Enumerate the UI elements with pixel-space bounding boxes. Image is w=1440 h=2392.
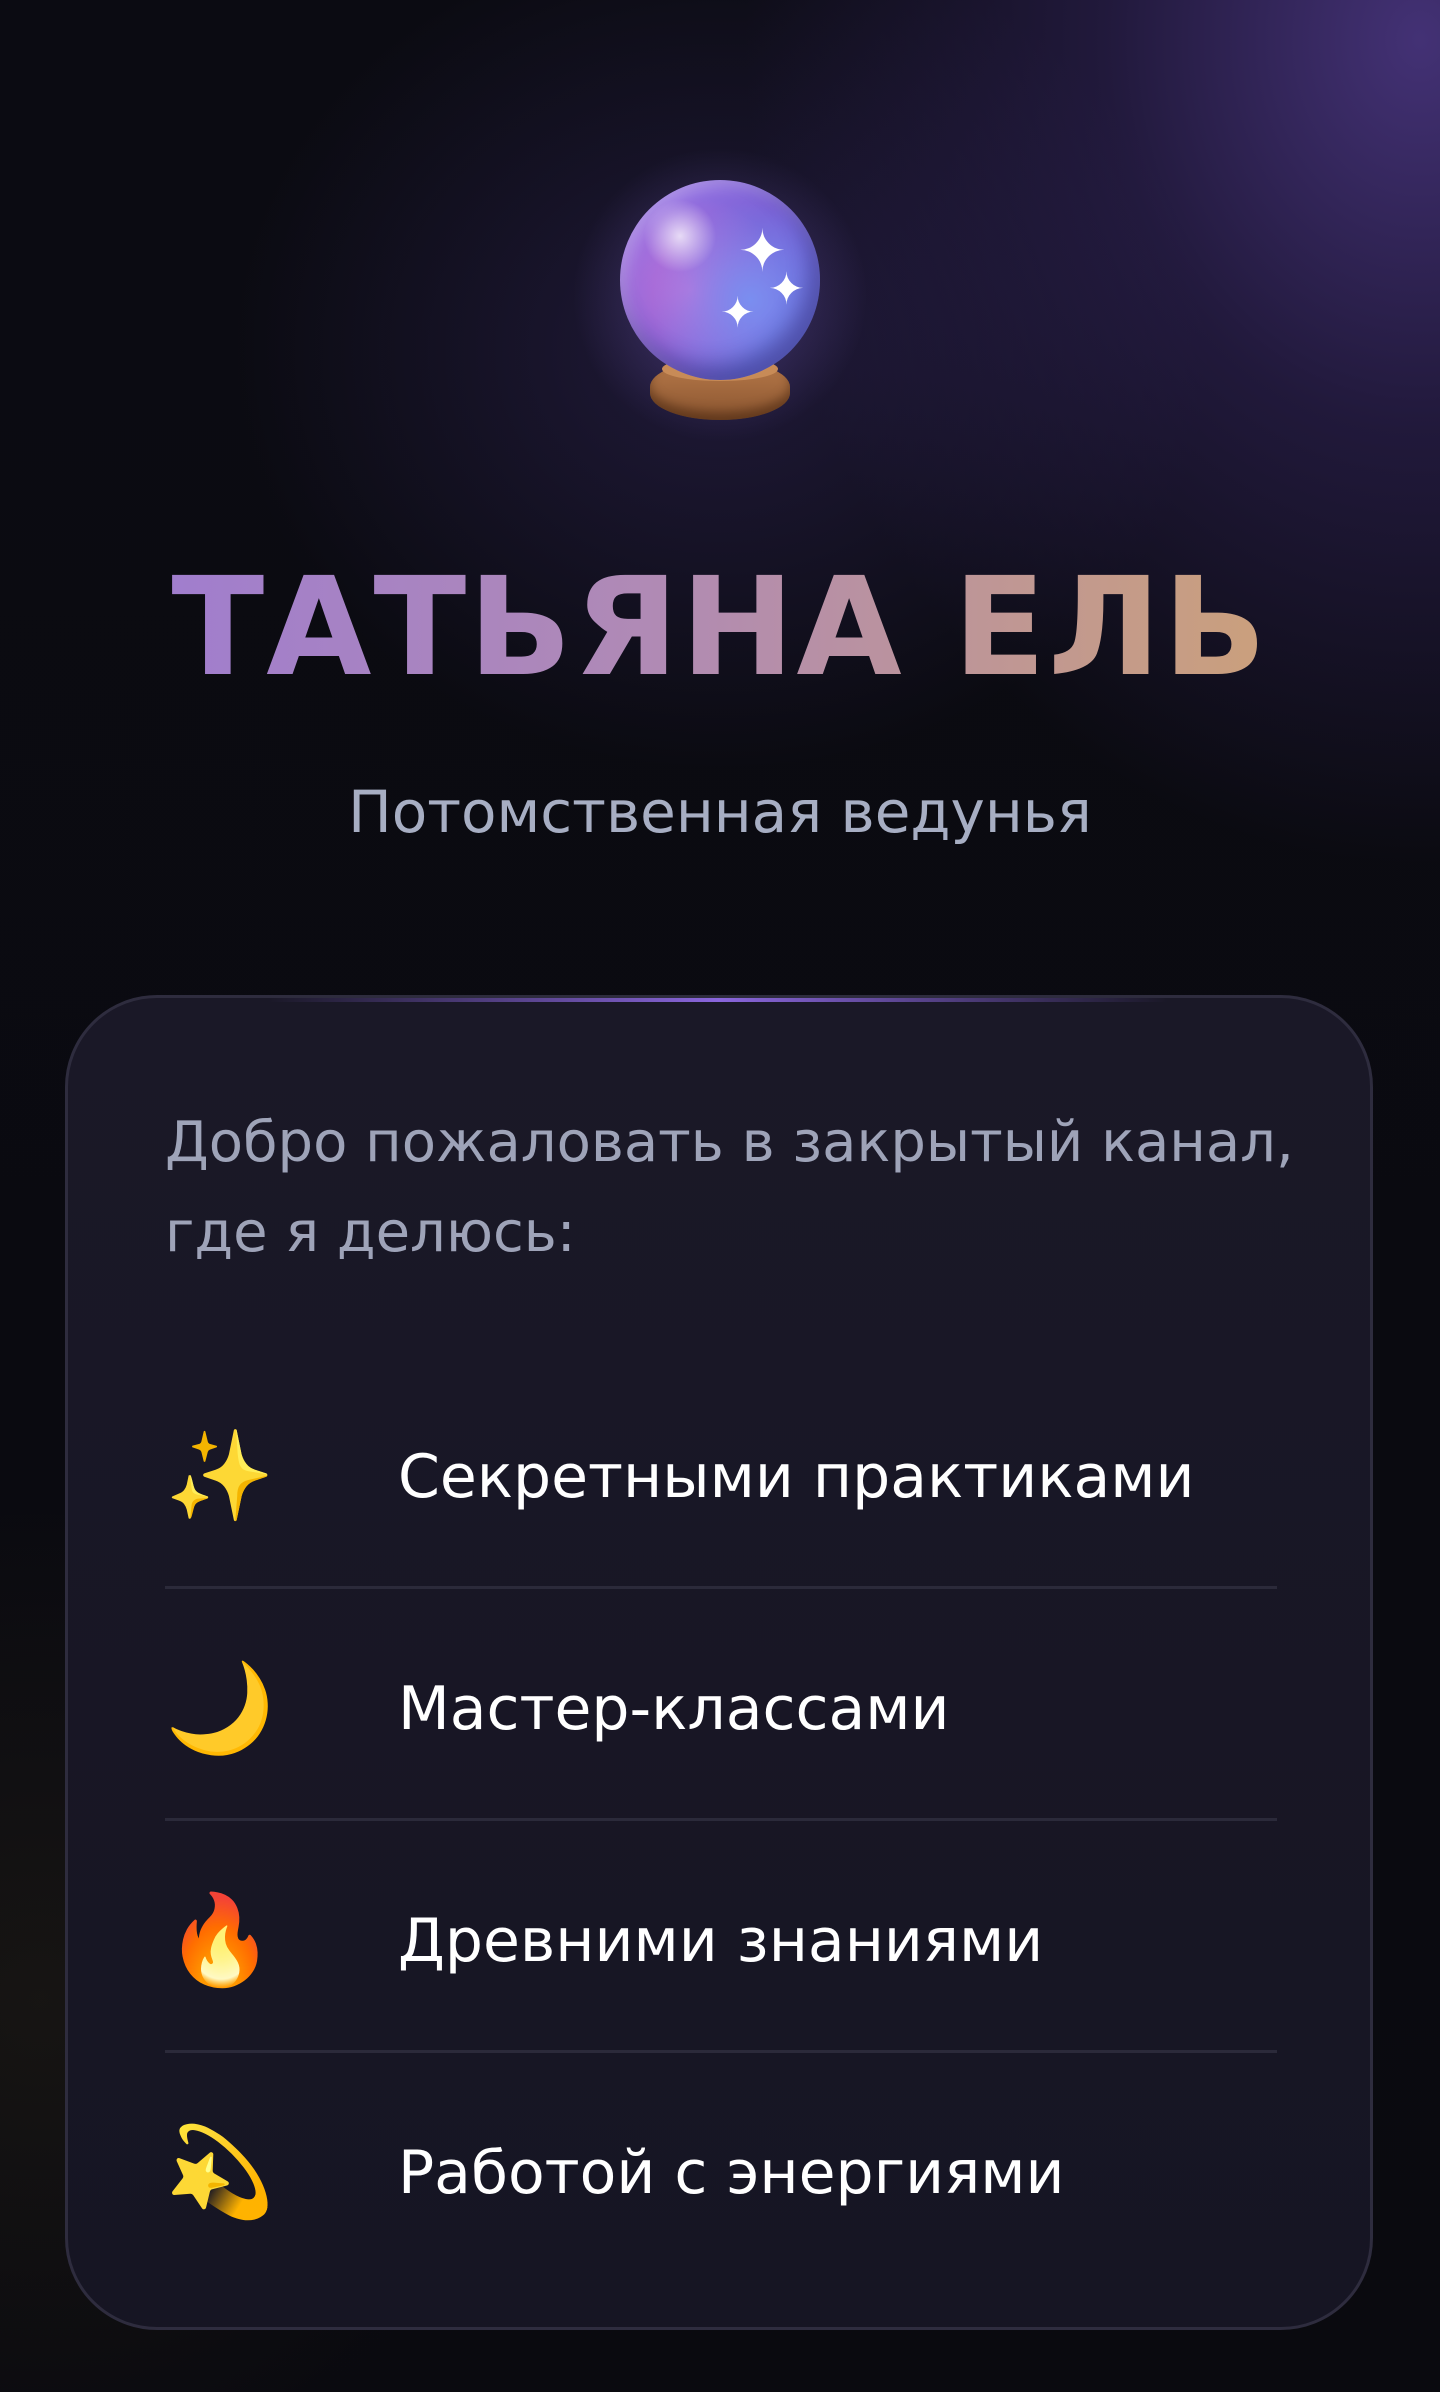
card-top-highlight [268,998,1168,1002]
sparkles-icon: ✨ [165,1424,275,1527]
list-item-label: Работой с энергиями [398,2138,1065,2208]
list-item-label: Секретными практиками [398,1442,1195,1512]
list-item-label: Мастер-классами [398,1674,950,1744]
list-item-ancient-knowledge: 🔥 Древними знаниями [165,1820,1277,2052]
crescent-moon-icon: 🌙 [165,1656,275,1759]
sparkle-medium-icon: ✦ [768,264,805,315]
list-item-master-classes: 🌙 Мастер-классами [165,1588,1277,1820]
info-card: Добро пожаловать в закрытый канал, где я… [65,995,1373,2330]
list-item-label: Древними знаниями [398,1906,1044,1976]
crystal-ball-sphere: ✦ ✦ ✦ [620,180,820,380]
card-intro-text: Добро пожаловать в закрытый канал, где я… [165,1110,1294,1265]
list-item-energy-work: 💫 Работой с энергиями [165,2052,1277,2284]
page-title: ТАТЬЯНА ЕЛЬ [0,560,1440,696]
list-item-secret-practices: ✨ Секретными практиками [165,1356,1277,1588]
crystal-ball-icon: ✦ ✦ ✦ [560,135,880,455]
fire-icon: 🔥 [165,1888,275,1991]
dizzy-star-icon: 💫 [165,2120,275,2223]
page-subtitle: Потомственная ведунья [348,778,1092,846]
sparkle-small-icon: ✦ [720,288,756,337]
